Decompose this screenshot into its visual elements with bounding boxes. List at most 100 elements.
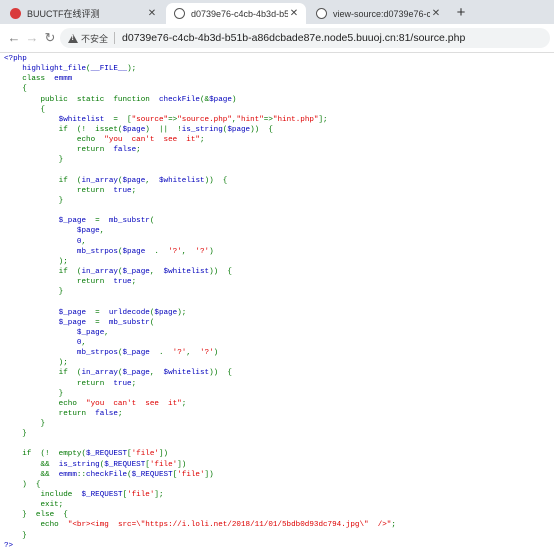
source-line [4, 297, 552, 307]
source-line: return true; [4, 379, 552, 389]
source-token: => [263, 115, 273, 124]
source-line: 0, [4, 338, 552, 348]
source-token: { [4, 85, 27, 94]
source-line [4, 166, 552, 176]
address-toolbar: ← → ↻ 不安全 d0739e76-c4cb-4b3d-b51b-a86dcb… [0, 24, 554, 53]
source-token: if ( [4, 369, 82, 378]
source-token: if ( [4, 267, 82, 276]
source-token: , [81, 338, 87, 347]
source-token: $page [154, 308, 178, 317]
tab-buuctf[interactable]: BUUCTF在线评测 ✕ [2, 3, 164, 24]
source-token: ; [131, 186, 137, 195]
back-arrow-icon[interactable]: ← [6, 30, 22, 46]
source-line: if (in_array($_page, $whitelist)) { [4, 267, 552, 277]
source-line: } [4, 155, 552, 165]
source-token: is_string [58, 460, 100, 469]
security-indicator[interactable]: 不安全 [68, 32, 108, 45]
source-line: mb_strpos($page . '?', '?') [4, 247, 552, 257]
source-token: , [149, 369, 164, 378]
source-token: ?> [4, 541, 14, 550]
source-line: echo "you can't see it"; [4, 135, 552, 145]
source-token: 'file' [149, 460, 178, 469]
globe-icon [174, 8, 185, 19]
warning-icon [68, 33, 78, 43]
source-token: . [158, 349, 173, 358]
source-token: ) [209, 247, 214, 256]
source-token: $_REQUEST [86, 450, 128, 459]
source-token: $page [227, 125, 251, 134]
source-token: ) [213, 349, 219, 358]
source-token: true [113, 379, 132, 388]
source-token: )) { [250, 125, 273, 134]
source-token: . [154, 247, 169, 256]
source-token: } else { [4, 511, 68, 520]
source-token: ]) [158, 450, 169, 459]
source-line: ); [4, 358, 552, 368]
source-token: ; [131, 278, 137, 287]
source-line: if (! empty($_REQUEST['file']) [4, 449, 552, 459]
source-token: $page [122, 247, 155, 256]
source-token: { [4, 105, 46, 114]
close-icon[interactable]: ✕ [288, 8, 300, 20]
source-token: ) { [4, 480, 41, 489]
source-token: ); [127, 65, 137, 74]
source-token: emmm [54, 75, 73, 84]
source-token: , [145, 176, 159, 185]
source-token: ; [131, 379, 137, 388]
new-tab-button[interactable]: + [452, 4, 470, 22]
source-token: && [4, 460, 59, 469]
source-token: return [4, 146, 114, 155]
source-line: return false; [4, 409, 552, 419]
source-token: in_array [81, 176, 118, 185]
source-token: include [4, 491, 82, 500]
address-bar[interactable]: 不安全 d0739e76-c4cb-4b3d-b51b-a86dcbade87e… [60, 28, 550, 48]
source-token: 'file' [131, 450, 159, 459]
source-token: true [113, 278, 132, 287]
source-line: return true; [4, 186, 552, 196]
close-icon[interactable]: ✕ [146, 8, 158, 20]
source-token: <?php [4, 55, 27, 63]
security-label: 不安全 [81, 33, 109, 44]
source-token: "you can't see it" [86, 399, 182, 408]
tab-source-php[interactable]: d0739e76-c4cb-4b3d-b51b- ✕ [166, 3, 306, 24]
source-token: ; [199, 136, 205, 145]
source-token: )) { [209, 267, 232, 276]
source-token: mb_strpos [4, 349, 118, 358]
source-token: $page [4, 227, 100, 236]
source-token: '?' [199, 349, 214, 358]
source-token: "hint" [236, 115, 264, 124]
source-token: $_page [4, 308, 96, 317]
source-token: public static function [4, 95, 159, 104]
forward-arrow-icon[interactable]: → [24, 30, 40, 46]
source-token: } [4, 156, 64, 165]
source-token: echo [4, 521, 68, 530]
source-token: if (! isset( [4, 125, 123, 134]
divider [114, 32, 116, 44]
source-line: public static function checkFile(&$page) [4, 95, 552, 105]
source-token: = [95, 308, 109, 317]
source-token: mb_strpos [4, 247, 118, 256]
source-token: = [95, 217, 109, 226]
source-token: return [4, 379, 114, 388]
source-token: => [168, 115, 178, 124]
source-line: highlight_file(__FILE__); [4, 64, 552, 74]
source-line: if (! isset($page) || !is_string($page))… [4, 125, 552, 135]
source-line: if (in_array($_page, $whitelist)) { [4, 368, 552, 378]
close-icon[interactable]: ✕ [430, 8, 442, 20]
source-token: ) || ! [145, 125, 182, 134]
source-token: "you can't see it" [104, 136, 200, 145]
source-line: } [4, 389, 552, 399]
tab-title: view-source:d0739e76-c4cb- [333, 8, 430, 19]
source-line [4, 439, 552, 449]
source-token: in_array [81, 369, 118, 378]
source-line: } [4, 429, 552, 439]
source-line: if (in_array($page, $whitelist)) { [4, 176, 552, 186]
source-line: } [4, 419, 552, 429]
source-token: $page [122, 176, 146, 185]
source-token: , [104, 328, 109, 337]
reload-icon[interactable]: ↻ [42, 30, 58, 46]
url-text[interactable]: d0739e76-c4cb-4b3d-b51b-a86dcbade87e.nod… [122, 32, 465, 44]
tab-view-source[interactable]: view-source:d0739e76-c4cb- ✕ [308, 3, 448, 24]
source-token: ]; [154, 491, 164, 500]
globe-icon [316, 8, 327, 19]
